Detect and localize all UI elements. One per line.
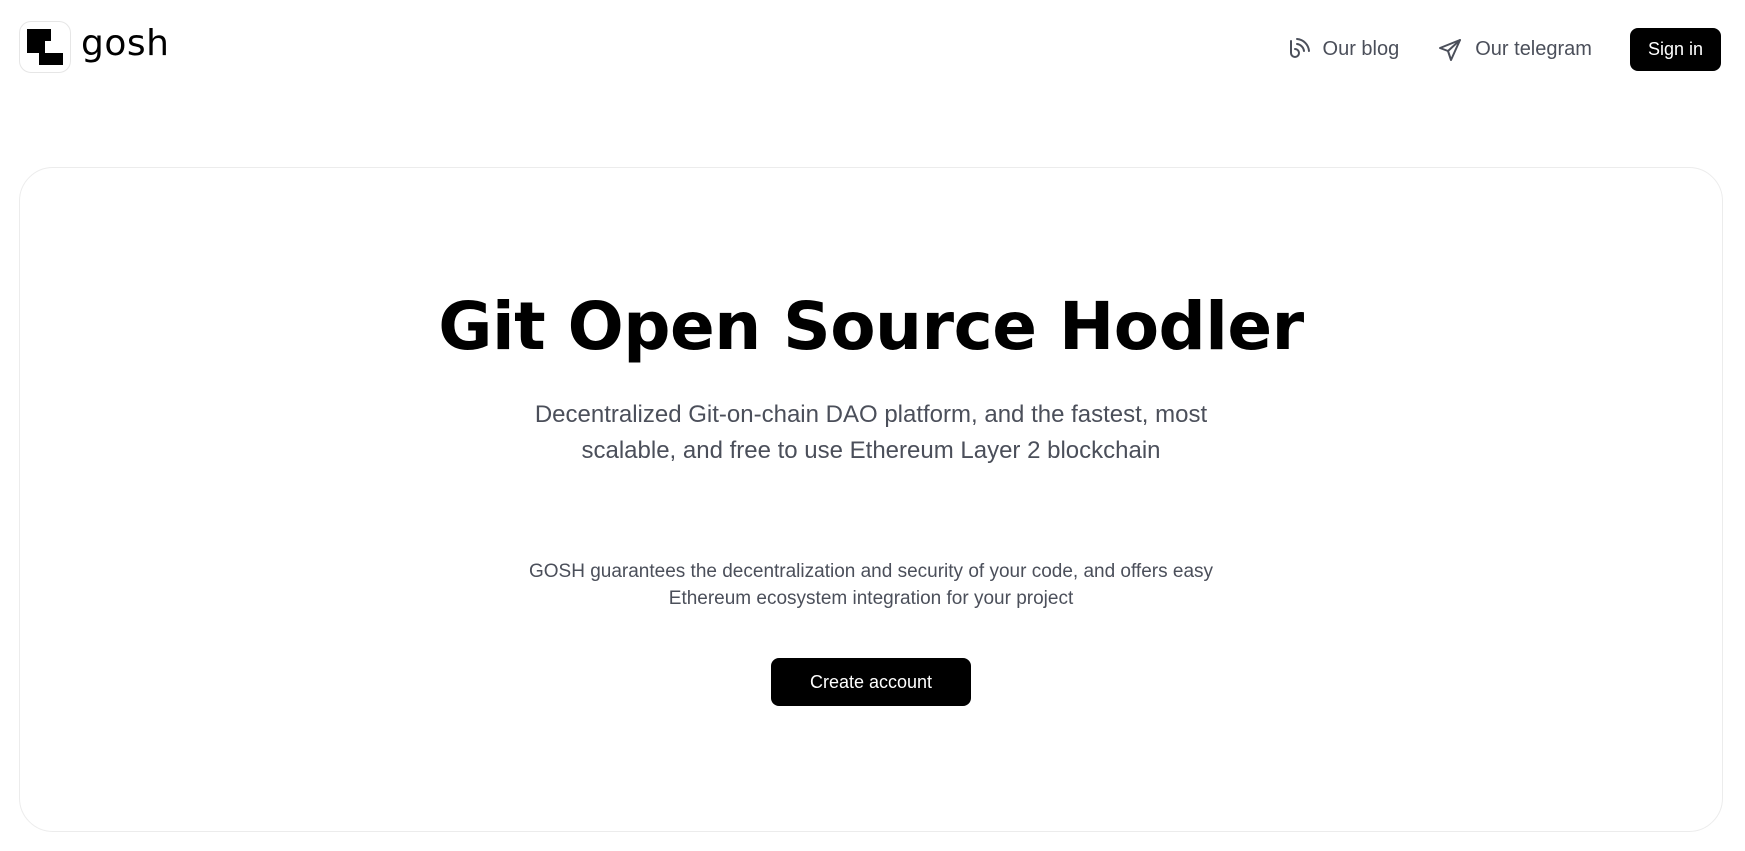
brand-logo-link[interactable]: gosh: [19, 21, 169, 73]
top-nav: Our blog Our telegram Sign in: [1285, 28, 1721, 71]
blog-wave-icon: [1285, 37, 1311, 63]
hero-card: Git Open Source Hodler Decentralized Git…: [19, 167, 1723, 832]
hero-title: Git Open Source Hodler: [438, 288, 1304, 365]
hero-subtitle: Decentralized Git-on-chain DAO platform,…: [534, 401, 1208, 464]
hero-description: GOSH guarantees the decentralization and…: [528, 561, 1214, 609]
nav-link-blog[interactable]: Our blog: [1285, 37, 1400, 63]
nav-link-telegram-label: Our telegram: [1475, 38, 1592, 60]
gosh-logo-icon: [19, 21, 71, 73]
sign-in-button[interactable]: Sign in: [1629, 28, 1721, 71]
create-account-button[interactable]: Create account: [771, 658, 971, 706]
paper-plane-icon: [1437, 37, 1463, 63]
nav-link-telegram[interactable]: Our telegram: [1437, 37, 1592, 63]
nav-link-blog-label: Our blog: [1322, 38, 1400, 60]
top-navbar: gosh Our blog Our telegram Sign in: [0, 0, 1745, 100]
brand-name: gosh: [81, 23, 170, 64]
